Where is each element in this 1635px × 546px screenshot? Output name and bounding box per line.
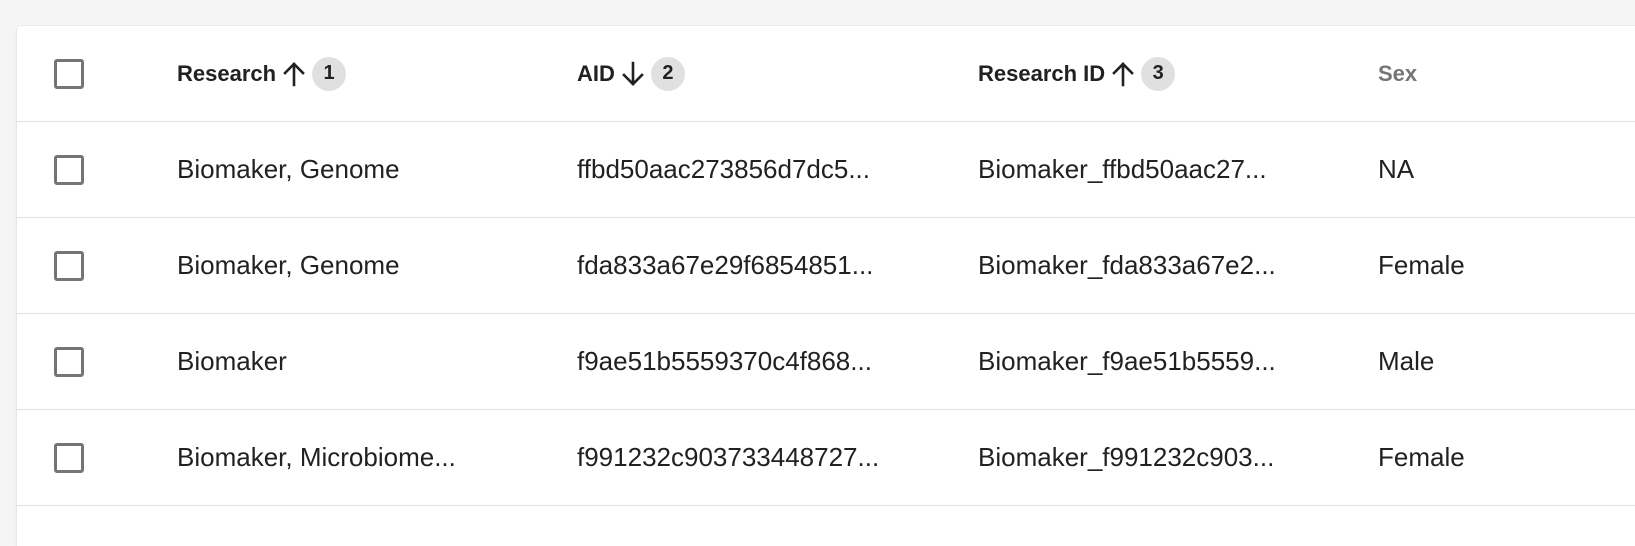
row-select-cell [54, 122, 94, 217]
aid-cell[interactable]: f991232c903733448727... [577, 410, 947, 505]
column-header-label[interactable]: AID [577, 61, 615, 87]
research-value: Biomaker, Microbiome... [177, 442, 456, 472]
column-header-aid[interactable]: AID 2 [577, 26, 947, 121]
sex-value: Female [1378, 442, 1465, 472]
research-cell[interactable]: Biomaker [177, 314, 547, 409]
sex-value: Female [1378, 250, 1465, 280]
select-all-checkbox[interactable] [54, 58, 84, 89]
sort-order-badge: 2 [650, 56, 685, 91]
select-all-cell [54, 26, 94, 121]
research-cell[interactable]: Biomaker, Genome [177, 218, 547, 313]
table-row[interactable]: Biomaker f9ae51b5559370c4f868... Biomake… [17, 314, 1635, 410]
row-select-cell [54, 314, 94, 409]
row-checkbox[interactable] [54, 250, 84, 281]
research-value: Biomaker [177, 346, 287, 376]
aid-cell[interactable]: fda833a67e29f6854851... [577, 218, 947, 313]
table-row[interactable]: Biomaker, Genome fda833a67e29f6854851...… [17, 218, 1635, 314]
arrow-down-icon[interactable] [621, 61, 645, 87]
research-id-cell[interactable]: Biomaker_f9ae51b5559... [978, 314, 1358, 409]
table-row[interactable]: Biomaker, Microbiome... f991232c90373344… [17, 410, 1635, 506]
aid-value: f991232c903733448727... [577, 442, 880, 472]
research-id-value: Biomaker_fda833a67e2... [978, 250, 1276, 280]
column-header-label[interactable]: Sex [1378, 61, 1417, 87]
column-header-sex[interactable]: Sex [1378, 26, 1618, 121]
research-id-cell[interactable]: Biomaker_f991232c903... [978, 410, 1358, 505]
row-select-cell [54, 218, 94, 313]
column-header-label[interactable]: Research [177, 61, 276, 87]
column-header-research-id[interactable]: Research ID 3 [978, 26, 1358, 121]
row-checkbox[interactable] [54, 154, 84, 185]
header-row: Research 1 AID 2 Research ID 3 Sex [17, 26, 1635, 122]
row-checkbox[interactable] [54, 346, 84, 377]
research-id-cell[interactable]: Biomaker_ffbd50aac27... [978, 122, 1358, 217]
research-id-cell[interactable]: Biomaker_fda833a67e2... [978, 218, 1358, 313]
sort-order-badge: 3 [1141, 56, 1176, 91]
research-cell[interactable]: Biomaker, Genome [177, 122, 547, 217]
sex-cell[interactable]: Male [1378, 314, 1618, 409]
row-checkbox[interactable] [54, 442, 84, 473]
sex-cell[interactable]: Female [1378, 218, 1618, 313]
aid-value: ffbd50aac273856d7dc5... [577, 154, 871, 184]
sex-cell[interactable]: Female [1378, 410, 1618, 505]
aid-value: f9ae51b5559370c4f868... [577, 346, 872, 376]
table-row[interactable]: Biomaker, Genome ffbd50aac273856d7dc5...… [17, 122, 1635, 218]
sex-cell[interactable]: NA [1378, 122, 1618, 217]
column-header-research[interactable]: Research 1 [177, 26, 547, 121]
sex-value: Male [1378, 346, 1435, 376]
column-header-label[interactable]: Research ID [978, 61, 1105, 87]
research-id-value: Biomaker_f9ae51b5559... [978, 346, 1276, 376]
data-grid: Research 1 AID 2 Research ID 3 Sex Bioma… [17, 26, 1635, 546]
arrow-up-icon[interactable] [282, 61, 306, 87]
aid-value: fda833a67e29f6854851... [577, 250, 874, 280]
sort-order-badge: 1 [312, 56, 347, 91]
row-select-cell [54, 410, 94, 505]
research-cell[interactable]: Biomaker, Microbiome... [177, 410, 547, 505]
research-value: Biomaker, Genome [177, 154, 400, 184]
aid-cell[interactable]: ffbd50aac273856d7dc5... [577, 122, 947, 217]
research-id-value: Biomaker_ffbd50aac27... [978, 154, 1267, 184]
sex-value: NA [1378, 154, 1415, 184]
research-value: Biomaker, Genome [177, 250, 400, 280]
research-id-value: Biomaker_f991232c903... [978, 442, 1275, 472]
aid-cell[interactable]: f9ae51b5559370c4f868... [577, 314, 947, 409]
arrow-up-icon[interactable] [1111, 61, 1135, 87]
